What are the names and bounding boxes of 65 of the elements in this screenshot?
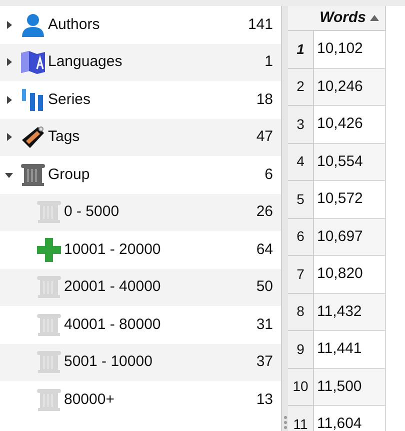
item-count: 50 [256, 277, 273, 297]
tree-item[interactable]: 20001 - 40000 50 [0, 268, 281, 306]
table-cell: 10,246 [314, 68, 386, 106]
item-count: 64 [256, 240, 273, 260]
pillar-icon [36, 312, 62, 337]
item-label: 80000+ [64, 390, 114, 410]
row-number[interactable]: 9 [288, 331, 314, 368]
row-number[interactable]: 7 [288, 256, 314, 294]
collapsed-caret-icon[interactable] [4, 20, 14, 30]
table-cell: 11,500 [314, 368, 386, 406]
person-icon [20, 12, 46, 38]
tag-icon [20, 124, 46, 150]
row-number[interactable]: 3 [288, 106, 314, 144]
table-cell: 10,572 [314, 181, 386, 218]
item-count: 6 [264, 164, 273, 184]
tree-item[interactable]: Tags 47 [0, 118, 281, 156]
pillar-icon [36, 388, 62, 412]
plus-icon [36, 236, 62, 263]
row-number[interactable]: 2 [288, 68, 314, 106]
item-label: 40001 - 80000 [64, 314, 161, 334]
pillar-icon [36, 275, 62, 300]
item-label: 0 - 5000 [64, 202, 120, 222]
collapsed-caret-icon[interactable] [4, 57, 14, 68]
item-label: Languages [48, 52, 122, 72]
item-count: 37 [256, 352, 273, 372]
row-number[interactable]: 10 [288, 368, 314, 406]
item-count: 47 [256, 127, 273, 147]
item-count: 141 [248, 14, 273, 34]
item-count: 18 [256, 90, 273, 110]
item-label: Group [48, 164, 90, 184]
item-count: 26 [256, 202, 273, 222]
pillar-icon [20, 162, 46, 187]
tree-item[interactable]: 0 - 5000 26 [0, 194, 281, 231]
map-icon [20, 49, 46, 76]
table-cell: 11,441 [314, 331, 386, 368]
item-count: 31 [256, 314, 273, 334]
item-count: 13 [256, 390, 273, 410]
row-number[interactable]: 11 [288, 406, 314, 431]
row-number[interactable]: 6 [288, 218, 314, 256]
table-cell: 10,426 [314, 106, 386, 144]
table-cell: 10,554 [314, 144, 386, 181]
tree-item[interactable]: 5001 - 10000 37 [0, 344, 281, 381]
item-count: 1 [264, 52, 273, 72]
tree-item[interactable]: Languages 1 [0, 44, 281, 81]
item-label: 10001 - 20000 [64, 240, 161, 260]
row-number[interactable]: 8 [288, 294, 314, 331]
collapsed-caret-icon[interactable] [4, 94, 14, 105]
item-label: 20001 - 40000 [64, 277, 161, 297]
table-cell: 10,697 [314, 218, 386, 256]
column-header[interactable]: Words [288, 6, 386, 31]
row-number[interactable]: 1 [288, 31, 314, 68]
splitter-handle[interactable] [281, 6, 288, 431]
collapsed-caret-icon[interactable] [4, 132, 14, 142]
table-cell: 10,820 [314, 256, 386, 294]
row-number[interactable]: 5 [288, 181, 314, 218]
item-label: 5001 - 10000 [64, 352, 152, 372]
row-number[interactable]: 4 [288, 144, 314, 181]
pillar-icon [36, 350, 62, 374]
item-label: Series [48, 90, 91, 110]
item-label: Tags [48, 127, 80, 147]
pillar-icon [36, 200, 62, 224]
table-cell: 11,432 [314, 294, 386, 331]
bars-icon [20, 86, 46, 113]
table-cell: 10,102 [314, 31, 386, 68]
item-label: Authors [48, 14, 100, 34]
